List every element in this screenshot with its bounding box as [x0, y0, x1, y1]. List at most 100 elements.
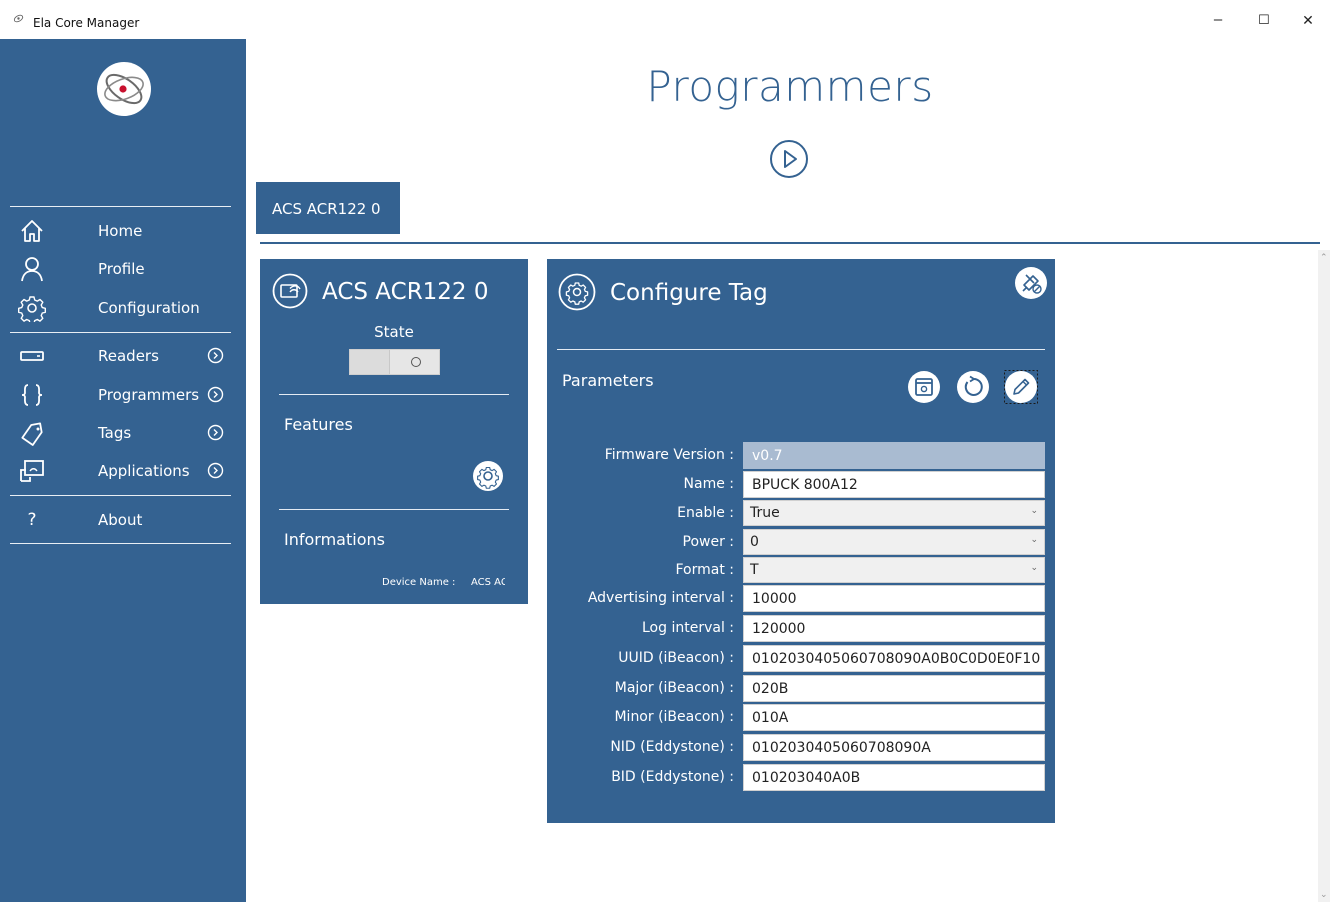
- sidebar-item-applications[interactable]: Applications: [0, 453, 246, 489]
- tag-icon: [21, 422, 43, 446]
- refresh-button[interactable]: [956, 370, 990, 404]
- sidebar-item-programmers[interactable]: Programmers: [0, 377, 246, 413]
- maximize-button[interactable]: ☐: [1254, 10, 1274, 30]
- parameter-value: 010203040A0B: [752, 770, 861, 786]
- parameter-label: Advertising interval :: [587, 590, 734, 606]
- features-settings-button[interactable]: [472, 460, 504, 492]
- parameter-value: 0102030405060708090A: [752, 740, 931, 756]
- parameter-row: Firmware Version : v0.7: [547, 441, 1055, 470]
- parameter-label: Firmware Version :: [604, 447, 734, 463]
- chevron-down-icon: ⌄: [1030, 563, 1038, 573]
- sidebar-item-label: Configuration: [98, 299, 200, 317]
- sidebar-item-readers[interactable]: Readers: [0, 338, 246, 374]
- sidebar-item-home[interactable]: Home: [0, 213, 246, 249]
- gear-icon: [18, 296, 46, 322]
- sidebar-item-about[interactable]: ? About: [0, 502, 246, 538]
- scroll-down-icon[interactable]: ⌄: [1320, 889, 1328, 900]
- calendar-settings-button[interactable]: [907, 370, 941, 404]
- reader-title: ACS ACR122 0: [322, 279, 489, 305]
- parameter-row: Advertising interval : 10000: [547, 584, 1055, 613]
- minimize-button[interactable]: –: [1208, 10, 1228, 30]
- sidebar-divider: [10, 206, 231, 207]
- parameter-label: NID (Eddystone) :: [610, 739, 734, 755]
- parameter-input[interactable]: BPUCK 800A12: [743, 471, 1045, 498]
- sidebar-item-profile[interactable]: Profile: [0, 251, 246, 287]
- sidebar-item-label: Applications: [98, 462, 190, 480]
- chevron-right-icon: [207, 386, 224, 403]
- parameter-input[interactable]: 010203040A0B: [743, 764, 1045, 791]
- sidebar: Home Profile Configuration Readers Progr…: [0, 39, 246, 902]
- parameter-row: Name : BPUCK 800A12: [547, 470, 1055, 499]
- toggle-knob: [411, 357, 421, 367]
- tab-label: ACS ACR122 0: [272, 200, 381, 218]
- tab-divider: [260, 242, 1320, 244]
- state-label: State: [374, 323, 414, 341]
- parameter-readonly-field: v0.7: [743, 442, 1045, 469]
- parameter-value: 10000: [752, 591, 797, 607]
- parameter-value: T: [750, 562, 759, 578]
- parameter-input[interactable]: 0102030405060708090A0B0C0D0E0F10: [743, 645, 1045, 672]
- applications-icon: [20, 460, 44, 482]
- parameter-label: Name :: [683, 476, 734, 492]
- app-logo: [97, 62, 151, 116]
- parameter-label: BID (Eddystone) :: [611, 769, 734, 785]
- parameter-value: True: [750, 505, 780, 521]
- edit-button[interactable]: [1004, 370, 1038, 404]
- gear-icon: [558, 273, 596, 311]
- chevron-down-icon: ⌄: [1030, 535, 1038, 545]
- tab-active-indicator: [262, 230, 398, 232]
- divider: [279, 394, 509, 395]
- configure-tag-title: Configure Tag: [610, 280, 768, 306]
- sidebar-item-label: Profile: [98, 260, 145, 278]
- reader-icon: [20, 351, 44, 361]
- parameter-value: BPUCK 800A12: [752, 477, 858, 493]
- parameter-row: Enable : True ⌄: [547, 499, 1055, 528]
- chevron-down-icon: ⌄: [1030, 506, 1038, 516]
- parameter-row: Minor (iBeacon) : 010A: [547, 703, 1055, 732]
- divider: [557, 349, 1045, 350]
- sidebar-item-label: Home: [98, 222, 143, 240]
- parameter-row: UUID (iBeacon) : 0102030405060708090A0B0C…: [547, 644, 1055, 673]
- sidebar-item-label: Readers: [98, 347, 159, 365]
- parameter-label: Minor (iBeacon) :: [614, 709, 734, 725]
- sidebar-item-label: About: [98, 511, 143, 529]
- parameter-input[interactable]: 020B: [743, 675, 1045, 702]
- window-title: Ela Core Manager: [33, 16, 140, 30]
- home-icon: [21, 220, 43, 242]
- parameter-input[interactable]: 0102030405060708090A: [743, 734, 1045, 761]
- parameter-label: Major (iBeacon) :: [614, 680, 734, 696]
- parameter-row: Format : T ⌄: [547, 556, 1055, 585]
- parameter-input[interactable]: 10000: [743, 585, 1045, 612]
- features-label: Features: [284, 415, 353, 434]
- sidebar-item-tags[interactable]: Tags: [0, 415, 246, 451]
- state-toggle[interactable]: [349, 349, 440, 375]
- parameter-label: Format :: [675, 562, 734, 578]
- parameter-input[interactable]: 120000: [743, 615, 1045, 642]
- parameter-row: Log interval : 120000: [547, 614, 1055, 643]
- parameter-row: Power :0 ⌄: [547, 528, 1055, 557]
- scroll-up-icon[interactable]: ⌃: [1320, 252, 1328, 263]
- sidebar-divider: [10, 543, 231, 544]
- parameter-value: 020B: [752, 681, 789, 697]
- parameter-value: v0.7: [752, 448, 783, 464]
- sidebar-item-configuration[interactable]: Configuration: [0, 290, 246, 326]
- configure-tag-panel: Configure Tag Parameters Firmware Versio…: [547, 259, 1055, 823]
- sidebar-divider: [10, 495, 231, 496]
- close-button[interactable]: ✕: [1298, 10, 1318, 30]
- sidebar-divider: [10, 332, 231, 333]
- chevron-right-icon: [207, 424, 224, 441]
- reader-panel: ACS ACR122 0 State Features Informations…: [260, 259, 528, 604]
- profile-icon: [21, 257, 43, 282]
- parameter-select[interactable]: True ⌄: [743, 500, 1045, 526]
- parameter-select[interactable]: T ⌄: [743, 557, 1045, 583]
- tab-acs-acr122[interactable]: ACS ACR122 0: [256, 182, 400, 234]
- divider: [279, 509, 509, 510]
- app-logo-icon: [13, 14, 24, 23]
- vertical-scrollbar[interactable]: ⌃ ⌄: [1318, 250, 1330, 902]
- parameter-value: 010A: [752, 710, 789, 726]
- parameter-input[interactable]: 010A: [743, 704, 1045, 731]
- parameter-select[interactable]: 0 ⌄: [743, 529, 1045, 555]
- play-button[interactable]: [769, 139, 809, 179]
- unpin-button[interactable]: [1014, 266, 1048, 300]
- atom-logo-icon: [104, 73, 144, 105]
